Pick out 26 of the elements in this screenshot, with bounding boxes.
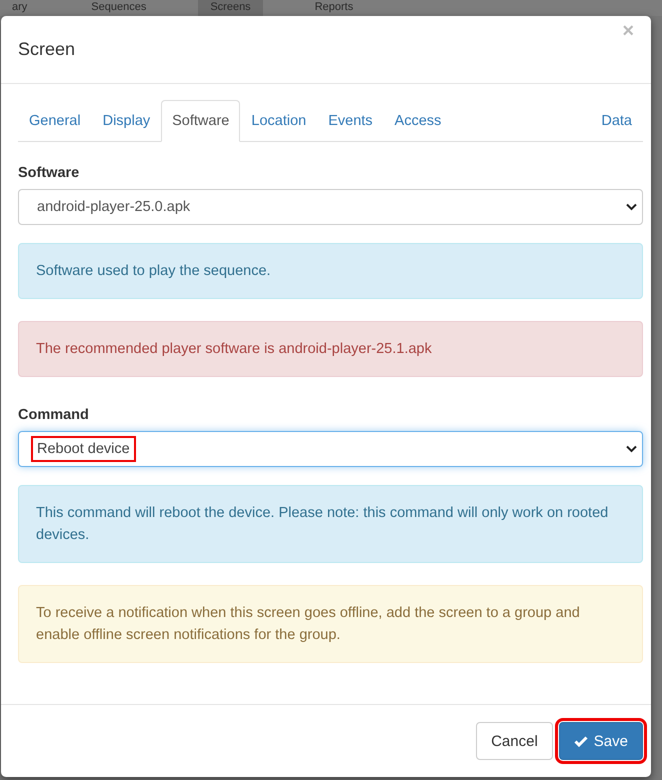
checkmark-icon — [574, 736, 588, 746]
nav-item[interactable]: Screens — [198, 0, 263, 16]
chevron-icon — [626, 203, 637, 211]
cancel-button[interactable]: Cancel — [476, 722, 553, 760]
dialog-title: Screen — [18, 39, 76, 60]
nav-item[interactable]: ary — [0, 0, 40, 16]
nav-item[interactable]: Sequences — [79, 0, 158, 16]
tab[interactable]: Display — [92, 100, 162, 142]
alert-message: The recommended player software is android-player-25.1.apk — [18, 321, 643, 377]
field-label: Software — [18, 165, 80, 181]
select-field[interactable]: Reboot device — [18, 431, 643, 467]
tab[interactable]: Data — [590, 100, 643, 142]
tab[interactable]: Location — [240, 100, 318, 142]
tab[interactable]: Events — [317, 100, 384, 142]
selected-value: Reboot device — [31, 436, 136, 462]
tab[interactable]: Access — [384, 100, 452, 142]
alert-message: To receive a notification when this screen goes offline, add the screen to a group and enable offline screen notifications for the group. — [18, 585, 643, 663]
field-label: Command — [18, 407, 90, 423]
alert-message: Software used to play the sequence. — [18, 243, 643, 299]
selected-value: android-player-25.0.apk — [36, 198, 192, 217]
nav-item[interactable]: Reports — [302, 0, 366, 16]
select-field[interactable]: android-player-25.0.apk — [18, 189, 643, 225]
tab[interactable]: General — [18, 100, 92, 142]
chevron-icon — [626, 445, 637, 453]
alert-message: This command will reboot the device. Please note: this command will only work on rooted devices. — [18, 485, 643, 563]
tab[interactable]: Software — [161, 100, 240, 142]
